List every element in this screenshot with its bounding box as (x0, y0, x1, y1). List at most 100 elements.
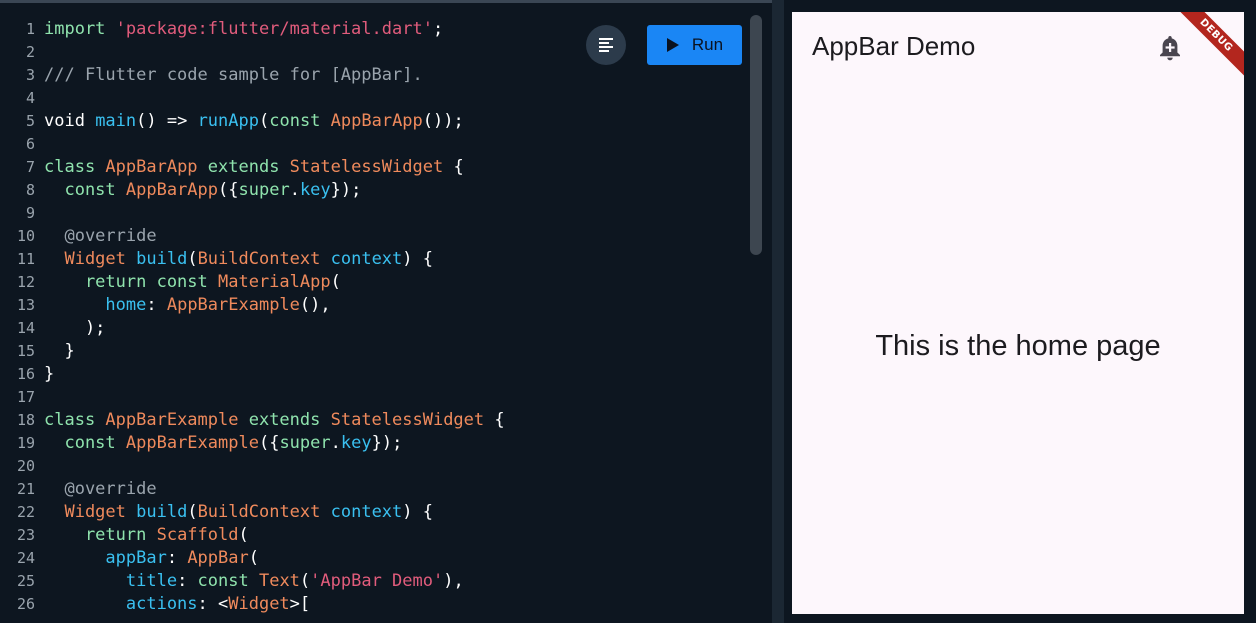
code-token: ( (330, 272, 341, 292)
line-number: 20 (16, 457, 35, 475)
code-line[interactable]: 8 const AppBarApp({super.key}); (0, 179, 740, 202)
code-line[interactable]: 15 } (0, 340, 740, 363)
code-token: : (166, 548, 188, 568)
code-token: ; (432, 19, 444, 39)
code-token: >[ (289, 594, 311, 614)
code-token: const (269, 111, 331, 131)
code-line[interactable]: 17 (0, 386, 740, 409)
add-alert-icon[interactable] (1157, 34, 1183, 62)
code-token: ) { (402, 249, 433, 269)
code-line[interactable]: 18 class AppBarExample extends StatelessW… (0, 409, 740, 432)
code-token: 'AppBar Demo' (310, 571, 444, 591)
code-token: class (44, 410, 106, 430)
split-divider[interactable] (772, 0, 784, 623)
code-line[interactable]: 26 actions: <Widget>[ (0, 593, 740, 616)
line-number: 7 (25, 158, 35, 176)
line-number: 18 (16, 411, 35, 429)
code-token: () => (136, 111, 198, 131)
run-button[interactable]: Run (647, 25, 742, 65)
code-line[interactable]: 6 (0, 133, 740, 156)
code-token: Text (258, 571, 300, 591)
code-token: const (44, 180, 126, 200)
code-token: (), (299, 295, 331, 315)
code-line[interactable]: 25 title: const Text('AppBar Demo'), (0, 570, 740, 593)
format-button[interactable] (586, 25, 626, 65)
code-line[interactable]: 9 (0, 202, 740, 225)
code-token: AppBar (187, 548, 249, 568)
code-token: ( (238, 525, 249, 545)
line-number: 5 (25, 112, 35, 130)
code-token: return const (44, 272, 218, 292)
code-line[interactable]: 23 return Scaffold( (0, 524, 740, 547)
code-line[interactable]: 11 Widget build(BuildContext context) { (0, 248, 740, 271)
code-line[interactable]: 13 home: AppBarExample(), (0, 294, 740, 317)
play-icon (666, 38, 679, 52)
code-token: 'package:flutter/material.dart' (115, 19, 433, 39)
code-token: actions (44, 594, 198, 614)
code-token: ); (44, 318, 106, 338)
code-line[interactable]: 3 /// Flutter code sample for [AppBar]. (0, 64, 740, 87)
code-token: } (44, 341, 75, 361)
code-token: BuildContext (197, 502, 331, 522)
code-token: : (146, 295, 167, 315)
code-token: . (330, 433, 341, 453)
code-line[interactable]: 5 void main() => runApp(const AppBarApp()… (0, 110, 740, 133)
code-token: AppBarExample (125, 433, 259, 453)
code-token: StatelessWidget (330, 410, 485, 430)
code-token: build (136, 502, 188, 522)
code-token: : (177, 571, 198, 591)
line-number: 22 (16, 503, 35, 521)
code-line[interactable]: 24 appBar: AppBar( (0, 547, 740, 570)
line-number: 24 (16, 549, 35, 567)
code-token: ( (248, 548, 259, 568)
code-token: /// Flutter code sample for [AppBar]. (44, 65, 423, 85)
code-token: return (44, 525, 157, 545)
line-number: 26 (16, 595, 35, 613)
line-number: 16 (16, 365, 35, 383)
code-line[interactable]: 21 @override (0, 478, 740, 501)
code-line[interactable]: 20 (0, 455, 740, 478)
code-line[interactable]: 19 const AppBarExample({super.key}); (0, 432, 740, 455)
code-line[interactable]: 16} (0, 363, 740, 386)
line-number: 2 (25, 43, 35, 61)
code-token: extends (207, 157, 290, 177)
line-number: 13 (16, 296, 35, 314)
code-token: BuildContext (197, 249, 331, 269)
code-lines[interactable]: 1 import 'package:flutter/material.dart';… (0, 18, 740, 616)
line-number: 14 (16, 319, 35, 337)
code-line[interactable]: 10 @override (0, 225, 740, 248)
line-number: 21 (16, 480, 35, 498)
code-token: StatelessWidget (289, 157, 444, 177)
code-line[interactable]: 2 (0, 41, 740, 64)
home-page-text: This is the home page (875, 330, 1161, 362)
code-editor[interactable]: 1 import 'package:flutter/material.dart';… (0, 0, 772, 623)
code-line[interactable]: 1 import 'package:flutter/material.dart'; (0, 18, 740, 41)
code-token: main (95, 111, 137, 131)
code-token: : < (197, 594, 229, 614)
code-token: MaterialApp (218, 272, 331, 292)
code-token: ( (187, 249, 198, 269)
code-token: home (44, 295, 147, 315)
code-token: build (136, 249, 188, 269)
editor-scrollbar[interactable] (750, 15, 762, 255)
code-token: } (44, 364, 55, 384)
code-token: ( (187, 502, 198, 522)
code-line[interactable]: 12 return const MaterialApp( (0, 271, 740, 294)
code-line[interactable]: 4 (0, 87, 740, 110)
code-token: appBar (44, 548, 167, 568)
code-token: Widget (44, 502, 137, 522)
code-line[interactable]: 22 Widget build(BuildContext context) { (0, 501, 740, 524)
code-token: { (443, 157, 464, 177)
code-line[interactable]: 14 ); (0, 317, 740, 340)
line-number: 8 (25, 181, 35, 199)
code-line[interactable]: 7 class AppBarApp extends StatelessWidget… (0, 156, 740, 179)
line-number: 12 (16, 273, 35, 291)
app-preview[interactable]: AppBar Demo This is the home page DEBUG (792, 12, 1244, 614)
code-token: key (340, 433, 372, 453)
line-number: 6 (25, 135, 35, 153)
line-number: 17 (16, 388, 35, 406)
line-number: 3 (25, 66, 35, 84)
code-token: . (289, 180, 300, 200)
code-token: ({ (218, 180, 239, 200)
code-token: import (44, 19, 116, 39)
